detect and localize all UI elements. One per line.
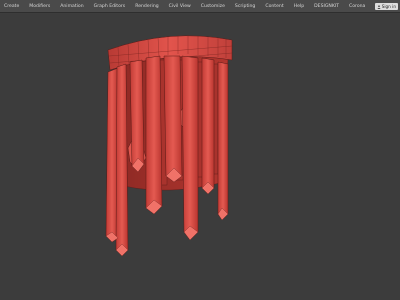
bar-7	[201, 57, 215, 195]
menu-designkit[interactable]: DESIGNKIT	[311, 0, 339, 13]
menu-create[interactable]: Create	[1, 0, 19, 13]
menu-content[interactable]: Content	[262, 0, 283, 13]
user-icon	[377, 4, 381, 9]
bar-4	[145, 55, 163, 215]
bar-5	[163, 55, 183, 183]
sign-in-label: Sign in	[381, 4, 396, 9]
bar-2	[115, 63, 129, 257]
menu-help[interactable]: Help	[291, 0, 304, 13]
menu-scripting[interactable]: Scripting	[232, 0, 255, 13]
menu-bar: Create Modifiers Animation Graph Editors…	[0, 0, 400, 13]
front-bars	[105, 55, 229, 257]
bar-8	[217, 61, 229, 221]
3d-viewport[interactable]	[0, 14, 400, 300]
menu-rendering[interactable]: Rendering	[132, 0, 158, 13]
menu-corona[interactable]: Corona	[346, 0, 365, 13]
menu-civil-view[interactable]: Civil View	[166, 0, 191, 13]
menu-animation[interactable]: Animation	[57, 0, 83, 13]
bar-6	[181, 55, 199, 241]
sign-in-button[interactable]: Sign in	[374, 3, 398, 10]
menu-graph-editors[interactable]: Graph Editors	[91, 0, 126, 13]
3d-model-render	[105, 35, 233, 257]
menu-customize[interactable]: Customize	[198, 0, 225, 13]
menu-modifiers[interactable]: Modifiers	[26, 0, 50, 13]
bar-3	[129, 59, 145, 173]
